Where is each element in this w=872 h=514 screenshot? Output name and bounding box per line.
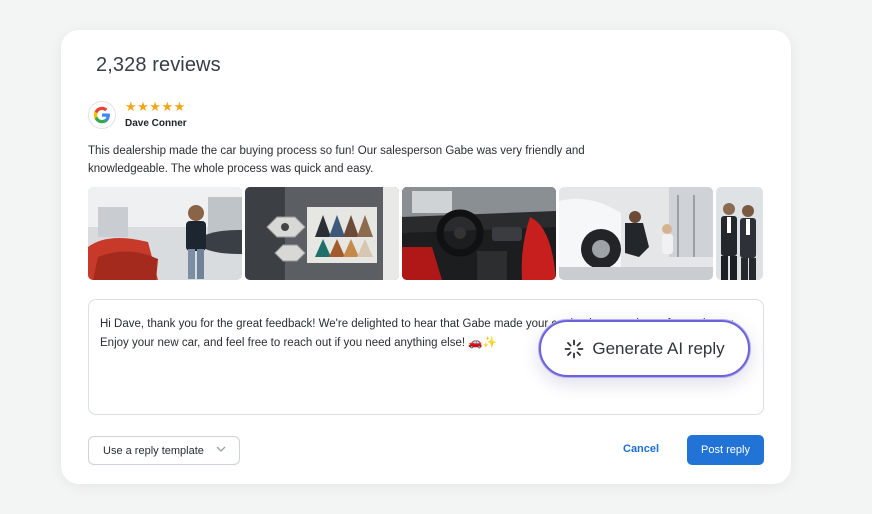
review-photo-strip — [88, 187, 764, 280]
review-photo-salesmen[interactable] — [716, 187, 763, 280]
review-count-title: 2,328 reviews — [96, 54, 221, 76]
reviewer-name: Dave Conner — [125, 118, 187, 129]
reviewer-header: ★★★★★ Dave Conner — [88, 100, 187, 129]
review-photo-tire-check[interactable] — [559, 187, 713, 280]
star-rating: ★★★★★ — [125, 99, 186, 114]
google-g-icon — [88, 100, 116, 129]
review-photo-color-swatches[interactable] — [245, 187, 399, 280]
reply-template-label: Use a reply template — [103, 444, 204, 457]
review-card: 2,328 reviews ★★★★★ Dave Conner This dea… — [61, 30, 791, 484]
review-photo-car-interior[interactable] — [402, 187, 556, 280]
generate-ai-reply-button[interactable]: Generate AI reply — [539, 320, 750, 377]
reply-template-dropdown[interactable]: Use a reply template — [88, 436, 240, 465]
sparkle-icon — [564, 339, 584, 359]
cancel-button[interactable]: Cancel — [623, 443, 659, 455]
review-text: This dealership made the car buying proc… — [88, 145, 585, 175]
chevron-down-icon — [216, 445, 226, 455]
generate-ai-reply-label: Generate AI reply — [592, 338, 725, 358]
post-reply-button[interactable]: Post reply — [687, 435, 764, 465]
review-photo-showroom-woman[interactable] — [88, 187, 242, 280]
